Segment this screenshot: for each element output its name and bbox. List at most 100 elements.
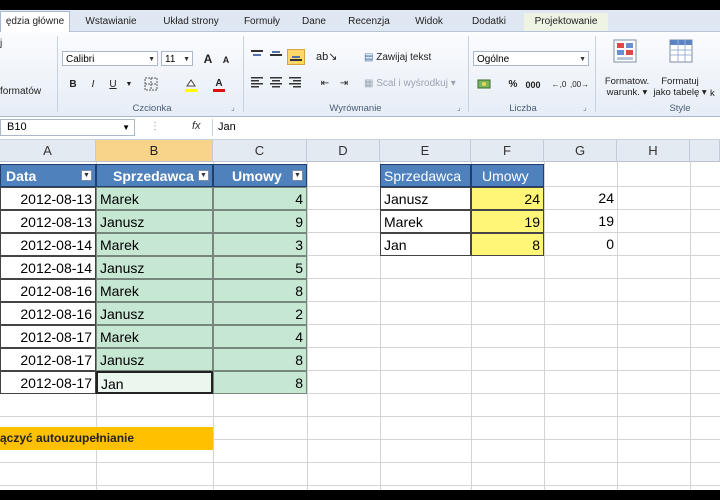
merge-center-button[interactable]: ▦ Scal i wyśrodkuj ▾ xyxy=(364,78,456,89)
conditional-formatting-icon[interactable] xyxy=(612,38,638,64)
cell-umowy[interactable]: 8 xyxy=(213,348,307,371)
column-header-c[interactable]: C xyxy=(213,140,307,162)
increase-decimal-icon[interactable]: ←,0 xyxy=(550,77,568,93)
cell-date[interactable]: 2012-08-17 xyxy=(0,371,96,394)
wrap-text-button[interactable]: ▤ Zawijaj tekst xyxy=(364,52,431,63)
decrease-indent-icon[interactable]: ⇤ xyxy=(316,76,334,92)
decrease-decimal-icon[interactable]: ,00→ xyxy=(570,77,589,93)
table1-header-umowy[interactable]: Umowy ▼ xyxy=(213,164,307,187)
borders-icon[interactable] xyxy=(142,77,160,93)
cell-sprzedawca[interactable]: Janusz xyxy=(96,348,213,371)
cell-sprzedawca[interactable]: Marek xyxy=(96,233,213,256)
column-header-a[interactable]: A xyxy=(0,140,96,162)
cell-sprzedawca[interactable]: Marek xyxy=(96,187,213,210)
filter-dropdown-icon[interactable]: ▼ xyxy=(198,170,209,181)
table1-header-sprzedawca[interactable]: Sprzedawca ▼ xyxy=(96,164,213,187)
cell-umowy[interactable]: 2 xyxy=(213,302,307,325)
number-format-select[interactable]: Ogólne ▼ xyxy=(473,51,589,66)
tab-page-layout[interactable]: Układ strony xyxy=(152,13,230,31)
table2-header-umowy[interactable]: Umowy xyxy=(471,164,544,187)
number-dialog-launcher-icon[interactable]: ⌟ xyxy=(583,103,587,112)
orientation-icon[interactable]: ab↘ xyxy=(316,49,337,65)
font-dialog-launcher-icon[interactable]: ⌟ xyxy=(231,103,235,112)
format-as-table-button[interactable]: Formatuj jako tabelę ▾ xyxy=(652,76,708,98)
increase-indent-icon[interactable]: ⇥ xyxy=(335,76,353,92)
cell-date[interactable]: 2012-08-13 xyxy=(0,187,96,210)
thousands-separator-button[interactable]: 000 xyxy=(524,77,542,93)
cell-umowy[interactable]: 9 xyxy=(213,210,307,233)
summary-name-cell[interactable]: Marek xyxy=(380,210,471,233)
shrink-font-button[interactable]: A xyxy=(217,52,235,68)
bold-button[interactable]: B xyxy=(64,77,82,93)
active-cell[interactable]: Jan xyxy=(96,371,213,394)
align-bottom-icon[interactable] xyxy=(287,49,305,65)
tab-view[interactable]: Widok xyxy=(404,13,454,31)
column-header-b[interactable]: B xyxy=(96,140,213,162)
font-color-button[interactable]: A xyxy=(210,76,228,92)
cell-sprzedawca[interactable]: Marek xyxy=(96,325,213,348)
alignment-dialog-launcher-icon[interactable]: ⌟ xyxy=(457,103,461,112)
cell-date[interactable]: 2012-08-17 xyxy=(0,348,96,371)
summary-name-cell[interactable]: Jan xyxy=(380,233,471,256)
column-header-next[interactable] xyxy=(690,140,720,162)
format-as-table-icon[interactable] xyxy=(668,38,694,64)
summary-name-cell[interactable]: Janusz xyxy=(380,187,471,210)
grow-font-button[interactable]: A xyxy=(199,51,217,67)
clipboard-icon-fragment[interactable]: j xyxy=(0,38,2,49)
cell-umowy[interactable]: 8 xyxy=(213,279,307,302)
tab-formulas[interactable]: Formuły xyxy=(236,13,288,31)
column-header-d[interactable]: D xyxy=(307,140,380,162)
filter-dropdown-icon[interactable]: ▼ xyxy=(81,170,92,181)
table2-header-sprzedawca[interactable]: Sprzedawca xyxy=(380,164,471,187)
align-left-icon[interactable] xyxy=(248,76,266,92)
table1-header-data[interactable]: Data ▼ xyxy=(0,164,96,187)
summary-umowy-cell[interactable]: 19 xyxy=(471,210,544,233)
cell-sprzedawca[interactable]: Janusz xyxy=(96,302,213,325)
cell-umowy[interactable]: 4 xyxy=(213,325,307,348)
accounting-format-icon[interactable] xyxy=(476,77,494,93)
cell-sprzedawca[interactable]: Janusz xyxy=(96,210,213,233)
font-name-select[interactable]: Calibri ▼ xyxy=(62,51,158,66)
cell-date[interactable]: 2012-08-16 xyxy=(0,302,96,325)
cell-date[interactable]: 2012-08-14 xyxy=(0,256,96,279)
tab-home[interactable]: ędzia główne xyxy=(0,11,70,32)
cell-umowy[interactable]: 3 xyxy=(213,233,307,256)
percent-button[interactable]: % xyxy=(504,77,522,93)
align-right-icon[interactable] xyxy=(286,76,304,92)
tab-design[interactable]: Projektowanie xyxy=(524,13,608,31)
align-center-icon[interactable] xyxy=(267,76,285,92)
fill-color-icon[interactable] xyxy=(182,77,200,93)
tab-review[interactable]: Recenzja xyxy=(340,13,398,31)
font-size-select[interactable]: 11 ▼ xyxy=(161,51,193,66)
column-g-cell[interactable]: 24 xyxy=(544,187,617,210)
name-box[interactable]: B10 ▼ xyxy=(0,119,135,136)
align-top-icon[interactable] xyxy=(248,49,266,65)
cell-sprzedawca[interactable]: Janusz xyxy=(96,256,213,279)
cell-date[interactable]: 2012-08-17 xyxy=(0,325,96,348)
column-header-f[interactable]: F xyxy=(471,140,544,162)
cell-umowy[interactable]: 4 xyxy=(213,187,307,210)
insert-function-button[interactable]: fx xyxy=(192,120,201,132)
filter-dropdown-icon[interactable]: ▼ xyxy=(292,170,303,181)
conditional-formatting-button[interactable]: Formatow. warunk. ▾ xyxy=(600,76,654,98)
cell-umowy[interactable]: 8 xyxy=(213,371,307,394)
tab-insert[interactable]: Wstawianie xyxy=(76,13,146,31)
formula-input[interactable]: Jan xyxy=(212,119,720,136)
underline-dropdown-icon[interactable]: ▼ xyxy=(120,77,138,93)
cell-date[interactable]: 2012-08-16 xyxy=(0,279,96,302)
summary-umowy-cell[interactable]: 24 xyxy=(471,187,544,210)
tab-data[interactable]: Dane xyxy=(294,13,334,31)
cell-styles-button-fragment[interactable]: k xyxy=(710,88,715,99)
italic-button[interactable]: I xyxy=(84,77,102,93)
tab-addins[interactable]: Dodatki xyxy=(460,13,518,31)
summary-umowy-cell[interactable]: 8 xyxy=(471,233,544,256)
column-header-g[interactable]: G xyxy=(544,140,617,162)
align-middle-icon[interactable] xyxy=(267,49,285,65)
cell-date[interactable]: 2012-08-13 xyxy=(0,210,96,233)
column-header-h[interactable]: H xyxy=(617,140,690,162)
column-g-cell[interactable]: 19 xyxy=(544,210,617,233)
column-g-cell[interactable]: 0 xyxy=(544,233,617,256)
cell-umowy[interactable]: 5 xyxy=(213,256,307,279)
cell-sprzedawca[interactable]: Marek xyxy=(96,279,213,302)
cell-date[interactable]: 2012-08-14 xyxy=(0,233,96,256)
